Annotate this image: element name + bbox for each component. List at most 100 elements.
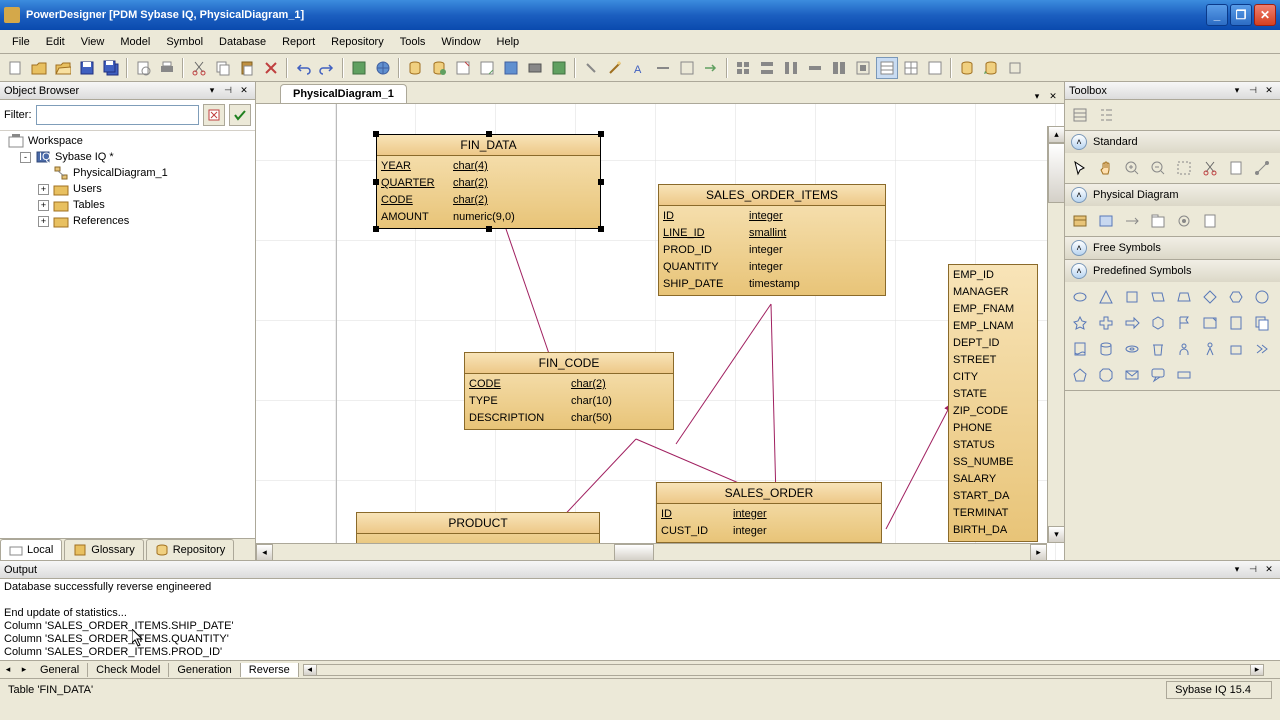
db5-icon[interactable] — [500, 57, 522, 79]
menu-help[interactable]: Help — [489, 34, 528, 50]
hand-icon[interactable] — [1095, 157, 1117, 179]
note-icon[interactable] — [1199, 312, 1221, 334]
entity-employee[interactable]: EMP_IDMANAGEREMP_FNAMEMP_LNAMDEPT_IDSTRE… — [948, 264, 1038, 542]
menu-edit[interactable]: Edit — [38, 34, 73, 50]
open-icon[interactable] — [28, 57, 50, 79]
file-icon[interactable] — [1199, 210, 1221, 232]
toolbox-tree-icon[interactable] — [1095, 104, 1117, 126]
menu-report[interactable]: Report — [274, 34, 323, 50]
new-icon[interactable] — [4, 57, 26, 79]
redo-icon[interactable] — [316, 57, 338, 79]
grid3-icon[interactable] — [780, 57, 802, 79]
scrollbar-vertical[interactable]: ▴ ▾ — [1047, 126, 1064, 543]
tab-nav-prev-icon[interactable]: ▸ — [16, 662, 32, 678]
open2-icon[interactable] — [52, 57, 74, 79]
dropdown-icon[interactable]: ▾ — [205, 84, 219, 98]
collapse-icon[interactable]: ˄ — [1071, 134, 1087, 150]
filter-clear-icon[interactable] — [203, 104, 225, 126]
db-go-icon[interactable] — [956, 57, 978, 79]
output-close-icon[interactable]: ✕ — [1262, 563, 1276, 577]
tree-diagram[interactable]: PhysicalDiagram_1 — [2, 165, 253, 181]
parallelogram-icon[interactable] — [1147, 286, 1169, 308]
canvas[interactable]: FIN_DATA YEARchar(4)QUARTERchar(2)CODEch… — [256, 104, 1064, 560]
woman-icon[interactable] — [1199, 338, 1221, 360]
style2-icon[interactable] — [676, 57, 698, 79]
filter-input[interactable] — [36, 105, 200, 125]
grid9-icon[interactable] — [924, 57, 946, 79]
gear2-icon[interactable] — [1173, 210, 1195, 232]
trash-icon[interactable] — [1147, 338, 1169, 360]
copy-icon[interactable] — [212, 57, 234, 79]
minimize-button[interactable]: _ — [1206, 4, 1228, 26]
output-tab-general[interactable]: General — [32, 663, 88, 677]
db7-icon[interactable] — [548, 57, 570, 79]
trapezoid-icon[interactable] — [1173, 286, 1195, 308]
toolbox-pin-icon[interactable]: ⊣ — [1246, 84, 1260, 98]
cut2-icon[interactable] — [1199, 157, 1221, 179]
reference-icon[interactable] — [1121, 210, 1143, 232]
grid8-icon[interactable] — [900, 57, 922, 79]
rect2-icon[interactable] — [1173, 364, 1195, 386]
db4-icon[interactable] — [476, 57, 498, 79]
star-icon[interactable] — [1069, 312, 1091, 334]
db6-icon[interactable] — [524, 57, 546, 79]
db3-icon[interactable] — [452, 57, 474, 79]
view-icon[interactable] — [1095, 210, 1117, 232]
output-tab-reverse[interactable]: Reverse — [241, 663, 299, 677]
callout-icon[interactable] — [1147, 364, 1169, 386]
output-tab-check[interactable]: Check Model — [88, 663, 169, 677]
toolbox-dropdown-icon[interactable]: ▾ — [1230, 84, 1244, 98]
menu-database[interactable]: Database — [211, 34, 274, 50]
wand-icon[interactable] — [604, 57, 626, 79]
ob-tab-local[interactable]: Local — [0, 539, 62, 560]
preview-icon[interactable] — [132, 57, 154, 79]
docs-icon[interactable] — [1251, 312, 1273, 334]
output-pin-icon[interactable]: ⊣ — [1246, 563, 1260, 577]
delete-icon[interactable] — [260, 57, 282, 79]
output-body[interactable]: Database successfully reverse engineered… — [0, 579, 1280, 660]
doc2-icon[interactable] — [1225, 312, 1247, 334]
undo-icon[interactable] — [292, 57, 314, 79]
diagram-tab[interactable]: PhysicalDiagram_1 — [280, 84, 407, 103]
triangle-icon[interactable] — [1095, 286, 1117, 308]
diamond-icon[interactable] — [1199, 286, 1221, 308]
envelope-icon[interactable] — [1121, 364, 1143, 386]
filter-apply-icon[interactable] — [229, 104, 251, 126]
toolbox-list-icon[interactable] — [1069, 104, 1091, 126]
disk-icon[interactable] — [1121, 338, 1143, 360]
menu-view[interactable]: View — [73, 34, 113, 50]
save-all-icon[interactable] — [100, 57, 122, 79]
grid2-icon[interactable] — [756, 57, 778, 79]
zoom-out-icon[interactable] — [1147, 157, 1169, 179]
grid6-icon[interactable] — [852, 57, 874, 79]
pentagon-icon[interactable] — [1069, 364, 1091, 386]
lasso-icon[interactable] — [1173, 157, 1195, 179]
collapse-icon[interactable]: ˄ — [1071, 240, 1087, 256]
arrow-icon[interactable] — [700, 57, 722, 79]
menu-tools[interactable]: Tools — [392, 34, 434, 50]
cube-icon[interactable] — [1147, 312, 1169, 334]
diagram-close-icon[interactable]: ✕ — [1046, 89, 1060, 103]
pointer-icon[interactable] — [1069, 157, 1091, 179]
cut-icon[interactable] — [188, 57, 210, 79]
entity-sales-order-items[interactable]: SALES_ORDER_ITEMS IDintegerLINE_IDsmalli… — [658, 184, 886, 296]
entity-fin-code[interactable]: FIN_CODE CODEchar(2)TYPEchar(10)DESCRIPT… — [464, 352, 674, 430]
arrow-right-icon[interactable] — [1121, 312, 1143, 334]
output-dropdown-icon[interactable]: ▾ — [1230, 563, 1244, 577]
square-icon[interactable] — [1121, 286, 1143, 308]
octagon-icon[interactable] — [1095, 364, 1117, 386]
doc3-icon[interactable] — [1069, 338, 1091, 360]
menu-file[interactable]: File — [4, 34, 38, 50]
close-button[interactable]: ✕ — [1254, 4, 1276, 26]
cross-icon[interactable] — [1095, 312, 1117, 334]
grid4-icon[interactable] — [804, 57, 826, 79]
db2-icon[interactable] — [428, 57, 450, 79]
link-icon[interactable] — [580, 57, 602, 79]
hexagon-icon[interactable] — [1225, 286, 1247, 308]
close-panel-icon[interactable]: ✕ — [237, 84, 251, 98]
cylinder-icon[interactable] — [1095, 338, 1117, 360]
tree-tables[interactable]: +Tables — [2, 197, 253, 213]
doc-icon[interactable] — [1225, 157, 1247, 179]
db1-icon[interactable] — [404, 57, 426, 79]
grid1-icon[interactable] — [732, 57, 754, 79]
